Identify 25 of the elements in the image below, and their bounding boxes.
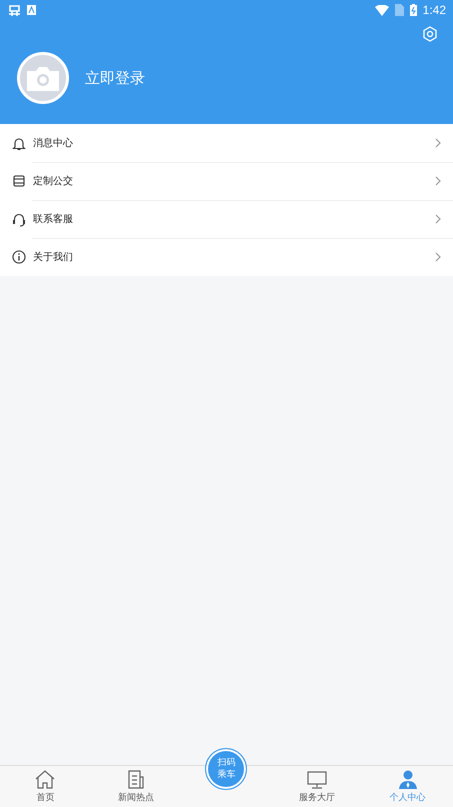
tab[interactable]: 服务大厅 (272, 766, 362, 807)
headset-icon (12, 212, 26, 226)
battery-icon (410, 4, 417, 16)
person-icon (396, 769, 419, 790)
camera-icon (27, 65, 59, 91)
status-time: 1:42 (422, 3, 446, 17)
chevron-right-icon (435, 138, 441, 148)
tab[interactable]: 首页 (0, 766, 91, 807)
monitor-icon (306, 769, 328, 790)
chevron-right-icon (435, 176, 441, 186)
house-icon (34, 769, 56, 790)
menu-item[interactable]: 消息中心 (0, 124, 453, 162)
avatar[interactable] (17, 52, 69, 104)
no-sim-icon (394, 4, 404, 16)
chevron-right-icon (435, 214, 441, 224)
settings-icon[interactable] (422, 26, 438, 42)
bell-icon (12, 136, 26, 150)
info-icon (12, 250, 26, 264)
wifi-icon (374, 4, 389, 16)
menu-item[interactable]: 关于我们 (0, 238, 453, 276)
menu-item[interactable]: 定制公交 (0, 162, 453, 200)
chevron-right-icon (435, 252, 441, 262)
tab[interactable]: 新闻热点 (90, 766, 182, 807)
menu-item[interactable]: 联系客服 (0, 200, 453, 238)
notification-icon (27, 5, 36, 15)
